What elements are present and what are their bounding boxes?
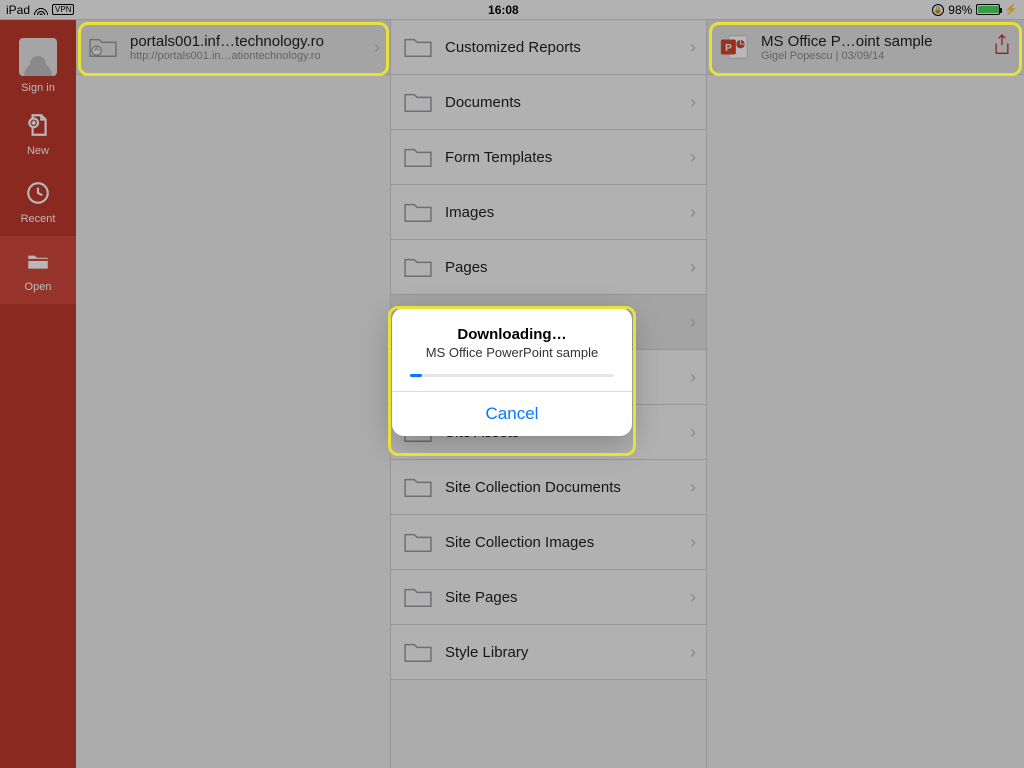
cancel-button[interactable]: Cancel [392,391,632,436]
progress-bar [410,374,614,377]
dialog-subtitle: MS Office PowerPoint sample [408,345,616,360]
dialog-title: Downloading… [408,326,616,343]
downloading-dialog: Downloading… MS Office PowerPoint sample… [392,308,632,436]
